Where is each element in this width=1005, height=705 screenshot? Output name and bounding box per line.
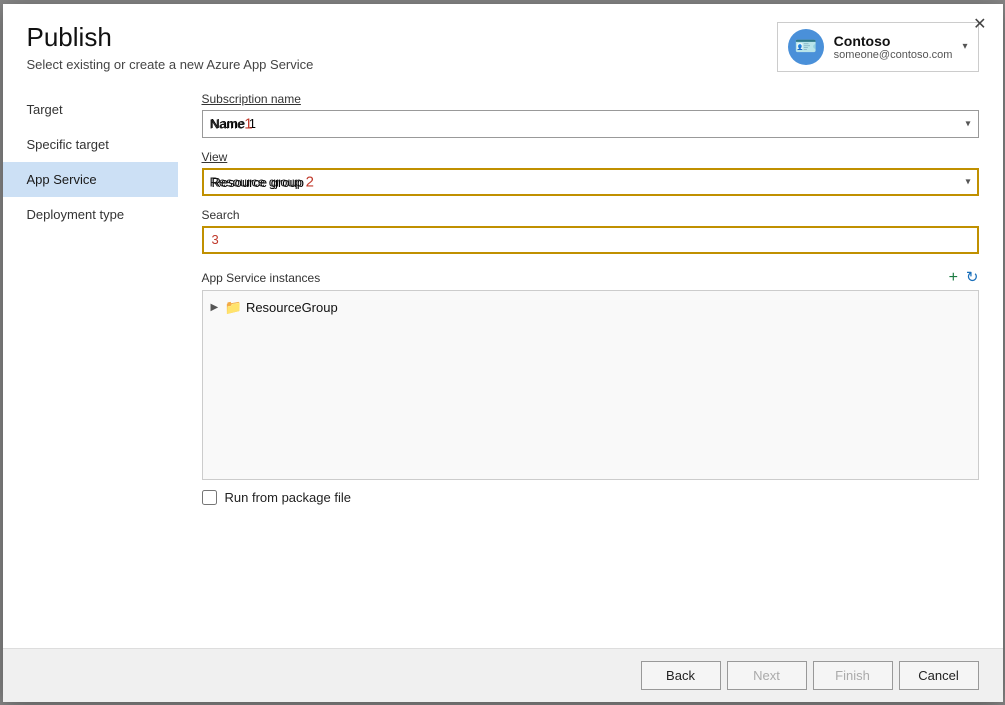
add-instance-button[interactable]: +: [949, 270, 958, 286]
main-content: Target Specific target App Service Deplo…: [3, 92, 1003, 648]
view-select[interactable]: Resource group Type Location: [202, 168, 979, 196]
sidebar-item-label: Specific target: [27, 137, 109, 152]
account-info: Contoso someone@contoso.com: [834, 33, 953, 61]
footer: Back Next Finish Cancel: [3, 648, 1003, 702]
sidebar: Target Specific target App Service Deplo…: [3, 92, 178, 648]
search-field: Search: [202, 208, 979, 254]
title-bar: Publish Select existing or create a new …: [3, 4, 1003, 72]
publish-dialog: ✕ Publish Select existing or create a ne…: [3, 4, 1003, 702]
instances-actions: + ↻: [949, 270, 979, 286]
next-button[interactable]: Next: [727, 661, 807, 690]
back-button[interactable]: Back: [641, 661, 721, 690]
account-selector[interactable]: 🪪 Contoso someone@contoso.com ▾: [777, 22, 979, 72]
tree-expand-icon: ▶: [211, 302, 221, 313]
account-name: Contoso: [834, 33, 953, 49]
account-avatar: 🪪: [788, 29, 824, 65]
subscription-label: Subscription name: [202, 92, 979, 106]
run-from-package-row: Run from package file: [202, 490, 979, 505]
title-section: Publish Select existing or create a new …: [27, 22, 314, 72]
subscription-select[interactable]: Name 1 Name 2: [202, 110, 979, 138]
run-from-package-checkbox[interactable]: [202, 490, 217, 505]
tree-scroll[interactable]: ▶ 📁 ResourceGroup: [203, 291, 978, 479]
dialog-title: Publish: [27, 22, 314, 53]
search-input[interactable]: [202, 226, 979, 254]
cancel-button[interactable]: Cancel: [899, 661, 979, 690]
sidebar-item-label: Deployment type: [27, 207, 125, 222]
account-chevron-icon: ▾: [962, 41, 967, 52]
subscription-select-wrapper: Name 1 Name 2 Name1 ▾: [202, 110, 979, 138]
sidebar-item-label: App Service: [27, 172, 97, 187]
dialog-subtitle: Select existing or create a new Azure Ap…: [27, 57, 314, 72]
subscription-label-text: Subscription name: [202, 92, 301, 106]
run-from-package-label[interactable]: Run from package file: [225, 490, 351, 505]
tree-view: ▶ 📁 ResourceGroup: [202, 290, 979, 480]
sidebar-item-target[interactable]: Target: [3, 92, 178, 127]
finish-button[interactable]: Finish: [813, 661, 893, 690]
sidebar-item-label: Target: [27, 102, 63, 117]
sidebar-item-specific-target[interactable]: Specific target: [3, 127, 178, 162]
view-label-text: View: [202, 150, 228, 164]
search-label-text: Search: [202, 208, 240, 222]
sidebar-item-app-service[interactable]: App Service: [3, 162, 178, 197]
account-email: someone@contoso.com: [834, 49, 953, 61]
instances-label: App Service instances: [202, 271, 321, 285]
refresh-instances-button[interactable]: ↻: [966, 270, 979, 285]
tree-item-resourcegroup[interactable]: ▶ 📁 ResourceGroup: [203, 295, 978, 320]
instances-header: App Service instances + ↻: [202, 270, 979, 286]
search-label: Search: [202, 208, 979, 222]
view-field: View Resource group Type Location Resour…: [202, 150, 979, 196]
folder-icon: 📁: [225, 299, 242, 316]
avatar-icon: 🪪: [794, 36, 816, 57]
view-select-wrapper: Resource group Type Location Resource gr…: [202, 168, 979, 196]
right-panel: Subscription name Name 1 Name 2 Name1 ▾ …: [178, 92, 1003, 648]
view-label: View: [202, 150, 979, 164]
close-button[interactable]: ✕: [967, 12, 992, 36]
sidebar-item-deployment-type[interactable]: Deployment type: [3, 197, 178, 232]
tree-item-label: ResourceGroup: [246, 300, 338, 315]
subscription-field: Subscription name Name 1 Name 2 Name1 ▾: [202, 92, 979, 138]
